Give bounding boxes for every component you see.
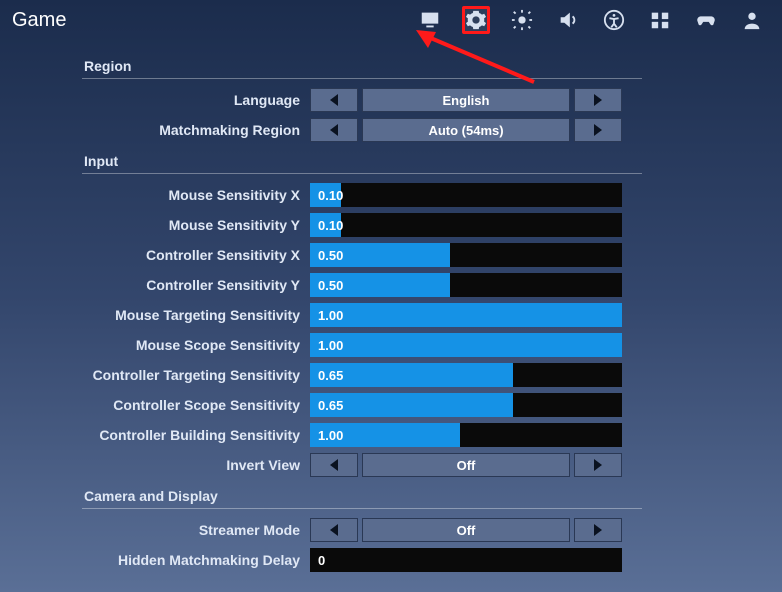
input-bindings-icon[interactable] — [646, 6, 674, 34]
row-sensitivity: Controller Sensitivity X0.50 — [82, 240, 642, 270]
sensitivity-label: Mouse Targeting Sensitivity — [82, 307, 310, 323]
row-sensitivity: Mouse Sensitivity X0.10 — [82, 180, 642, 210]
sensitivity-value: 1.00 — [310, 428, 343, 443]
row-invert-view: Invert View Off — [82, 450, 642, 480]
settings-panel: Region Language English Matchmaking Regi… — [82, 54, 642, 572]
label-language: Language — [82, 92, 310, 108]
sensitivity-value: 0.10 — [310, 218, 343, 233]
section-input: Input — [82, 149, 642, 174]
sensitivity-label: Mouse Scope Sensitivity — [82, 337, 310, 353]
sensitivity-slider[interactable]: 0.65 — [310, 363, 622, 387]
row-sensitivity: Mouse Scope Sensitivity1.00 — [82, 330, 642, 360]
hidden-delay-input[interactable]: 0 — [310, 548, 622, 572]
sensitivity-slider[interactable]: 1.00 — [310, 303, 622, 327]
section-camera-display: Camera and Display — [82, 484, 642, 509]
sensitivity-slider[interactable]: 0.65 — [310, 393, 622, 417]
invert-value[interactable]: Off — [362, 453, 570, 477]
label-invert-view: Invert View — [82, 457, 310, 473]
sensitivity-slider[interactable]: 0.10 — [310, 213, 622, 237]
row-language: Language English — [82, 85, 642, 115]
matchmaking-value[interactable]: Auto (54ms) — [362, 118, 570, 142]
streamer-prev-button[interactable] — [310, 518, 358, 542]
gear-icon[interactable] — [462, 6, 490, 34]
row-sensitivity: Mouse Targeting Sensitivity1.00 — [82, 300, 642, 330]
topbar: Game — [0, 0, 782, 40]
streamer-next-button[interactable] — [574, 518, 622, 542]
section-region: Region — [82, 54, 642, 79]
sensitivity-value: 1.00 — [310, 308, 343, 323]
sensitivity-label: Controller Targeting Sensitivity — [82, 367, 310, 383]
sensitivity-label: Mouse Sensitivity Y — [82, 217, 310, 233]
sensitivity-value: 0.65 — [310, 398, 343, 413]
invert-next-button[interactable] — [574, 453, 622, 477]
sensitivity-value: 0.50 — [310, 278, 343, 293]
row-hidden-matchmaking-delay: Hidden Matchmaking Delay 0 — [82, 545, 642, 572]
label-streamer-mode: Streamer Mode — [82, 522, 310, 538]
row-sensitivity: Controller Sensitivity Y0.50 — [82, 270, 642, 300]
sensitivity-slider[interactable]: 1.00 — [310, 333, 622, 357]
row-matchmaking-region: Matchmaking Region Auto (54ms) — [82, 115, 642, 145]
sensitivity-label: Controller Sensitivity Y — [82, 277, 310, 293]
sensitivity-slider[interactable]: 1.00 — [310, 423, 622, 447]
sensitivity-label: Controller Scope Sensitivity — [82, 397, 310, 413]
content-area: Region Language English Matchmaking Regi… — [0, 42, 782, 592]
row-sensitivity: Controller Scope Sensitivity0.65 — [82, 390, 642, 420]
matchmaking-prev-button[interactable] — [310, 118, 358, 142]
sensitivity-value: 0.65 — [310, 368, 343, 383]
page-title: Game — [8, 9, 66, 32]
label-hidden-delay: Hidden Matchmaking Delay — [82, 552, 310, 568]
sensitivity-label: Mouse Sensitivity X — [82, 187, 310, 203]
sensitivity-slider[interactable]: 0.50 — [310, 273, 622, 297]
sensitivity-label: Controller Building Sensitivity — [82, 427, 310, 443]
language-value[interactable]: English — [362, 88, 570, 112]
sensitivity-slider[interactable]: 0.10 — [310, 183, 622, 207]
display-icon[interactable] — [416, 6, 444, 34]
streamer-value[interactable]: Off — [362, 518, 570, 542]
sensitivity-value: 0.50 — [310, 248, 343, 263]
row-streamer-mode: Streamer Mode Off — [82, 515, 642, 545]
controller-icon[interactable] — [692, 6, 720, 34]
matchmaking-next-button[interactable] — [574, 118, 622, 142]
brightness-icon[interactable] — [508, 6, 536, 34]
sensitivity-label: Controller Sensitivity X — [82, 247, 310, 263]
hidden-delay-value: 0 — [318, 553, 325, 568]
sensitivity-value: 1.00 — [310, 338, 343, 353]
sensitivity-slider[interactable]: 0.50 — [310, 243, 622, 267]
settings-tabs — [416, 6, 774, 34]
label-matchmaking-region: Matchmaking Region — [82, 122, 310, 138]
row-sensitivity: Controller Targeting Sensitivity0.65 — [82, 360, 642, 390]
row-sensitivity: Controller Building Sensitivity1.00 — [82, 420, 642, 450]
language-prev-button[interactable] — [310, 88, 358, 112]
sensitivity-value: 0.10 — [310, 188, 343, 203]
language-next-button[interactable] — [574, 88, 622, 112]
audio-icon[interactable] — [554, 6, 582, 34]
invert-prev-button[interactable] — [310, 453, 358, 477]
account-icon[interactable] — [738, 6, 766, 34]
accessibility-icon[interactable] — [600, 6, 628, 34]
row-sensitivity: Mouse Sensitivity Y0.10 — [82, 210, 642, 240]
